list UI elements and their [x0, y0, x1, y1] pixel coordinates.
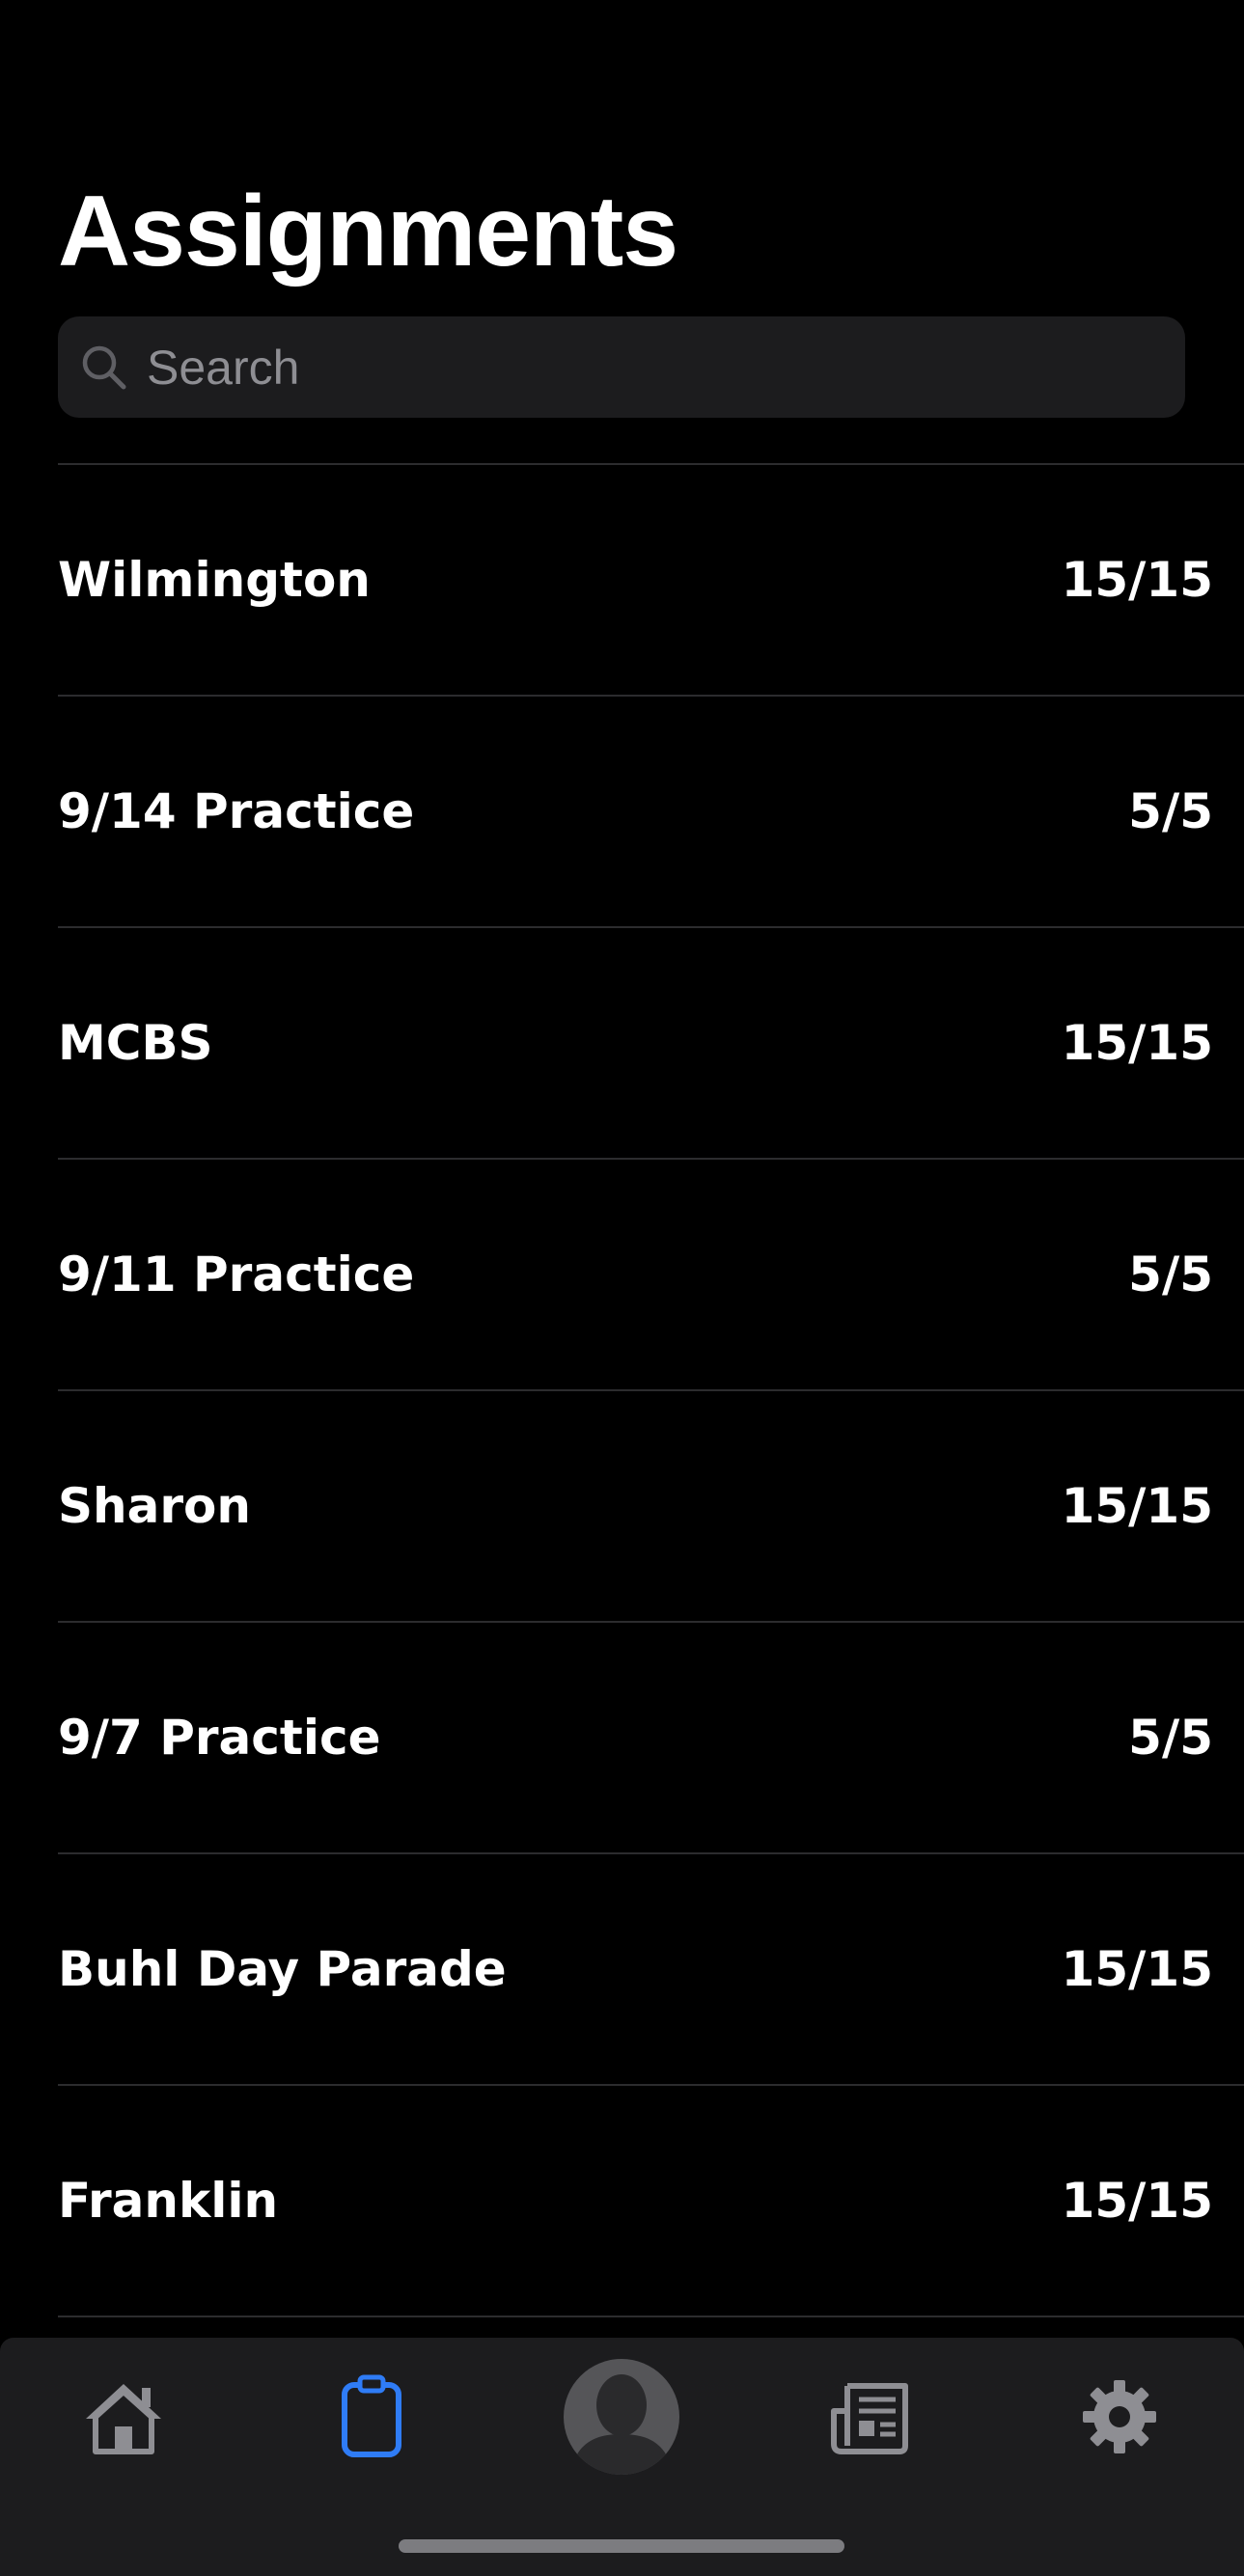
newspaper-icon [831, 2383, 908, 2454]
tab-home[interactable] [56, 2349, 191, 2484]
assignment-row[interactable]: 9/7 Practice 5/5 [58, 1623, 1244, 1854]
search-input[interactable] [145, 315, 1185, 419]
home-icon [86, 2384, 161, 2454]
assignment-row[interactable]: 9/11 Practice 5/5 [58, 1160, 1244, 1391]
assignment-name: Sharon [58, 1478, 251, 1534]
assignment-list: Wilmington 15/15 9/14 Practice 5/5 MCBS … [58, 463, 1244, 2317]
assignment-score: 15/15 [1061, 552, 1213, 608]
assignment-score: 5/5 [1128, 1247, 1213, 1302]
tab-settings[interactable] [1052, 2349, 1187, 2484]
assignment-name: Franklin [58, 2173, 279, 2229]
assignment-score: 15/15 [1061, 1015, 1213, 1071]
assignment-row[interactable]: MCBS 15/15 [58, 928, 1244, 1160]
assignment-name: Wilmington [58, 552, 371, 608]
assignment-name: Buhl Day Parade [58, 1941, 507, 1997]
search-bar[interactable] [58, 315, 1185, 419]
assignment-score: 15/15 [1061, 1478, 1213, 1534]
assignment-row[interactable]: Buhl Day Parade 15/15 [58, 1854, 1244, 2086]
home-indicator [399, 2539, 844, 2553]
search-icon [77, 341, 131, 395]
assignment-score: 5/5 [1128, 1710, 1213, 1766]
assignment-score: 15/15 [1061, 2173, 1213, 2229]
assignment-row[interactable]: Franklin 15/15 [58, 2086, 1244, 2317]
clipboard-icon [342, 2374, 401, 2457]
assignment-name: 9/11 Practice [58, 1247, 415, 1302]
page-title: Assignments [58, 176, 678, 288]
assignment-name: 9/7 Practice [58, 1710, 381, 1766]
tab-profile[interactable] [554, 2349, 689, 2484]
assignment-row[interactable]: 9/14 Practice 5/5 [58, 697, 1244, 928]
assignment-score: 5/5 [1128, 783, 1213, 839]
assignment-name: 9/14 Practice [58, 783, 415, 839]
assignment-score: 15/15 [1061, 1941, 1213, 1997]
assignment-name: MCBS [58, 1015, 213, 1071]
tab-news[interactable] [803, 2349, 938, 2484]
gear-icon [1083, 2380, 1156, 2453]
assignment-row[interactable]: Wilmington 15/15 [58, 465, 1244, 697]
tab-assignments[interactable] [305, 2349, 440, 2484]
assignment-row[interactable]: Sharon 15/15 [58, 1391, 1244, 1623]
avatar [564, 2359, 679, 2475]
